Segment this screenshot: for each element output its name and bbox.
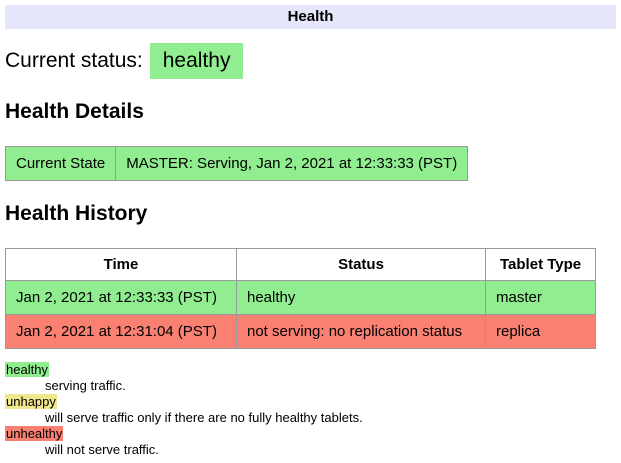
history-cell-time: Jan 2, 2021 at 12:31:04 (PST): [6, 315, 237, 349]
legend-term-unhealthy: unhealthy: [5, 426, 63, 441]
legend-description: will not serve traffic.: [45, 442, 616, 457]
health-history-table: Time Status Tablet Type Jan 2, 2021 at 1…: [5, 248, 596, 349]
health-details-table: Current State MASTER: Serving, Jan 2, 20…: [5, 146, 468, 181]
status-legend: healthy serving traffic. unhappy will se…: [5, 362, 616, 457]
history-col-status: Status: [237, 249, 486, 281]
history-row: Jan 2, 2021 at 12:33:33 (PST) healthy ma…: [6, 281, 596, 315]
page-header-bar: Health: [5, 5, 616, 29]
legend-term: unhappy: [5, 394, 616, 409]
legend-term: unhealthy: [5, 426, 616, 441]
legend-description: serving traffic.: [45, 378, 616, 393]
health-page: Health Current status: healthy Health Det…: [0, 0, 621, 463]
current-status-value: healthy: [150, 43, 244, 79]
history-row: Jan 2, 2021 at 12:31:04 (PST) not servin…: [6, 315, 596, 349]
history-cell-tablet-type: replica: [486, 315, 596, 349]
legend-term: healthy: [5, 362, 616, 377]
health-history-heading: Health History: [5, 202, 616, 226]
history-cell-status: not serving: no replication status: [237, 315, 486, 349]
current-status-label: Current status:: [5, 49, 143, 72]
health-details-heading: Health Details: [5, 100, 616, 124]
history-header-row: Time Status Tablet Type: [6, 249, 596, 281]
details-row-value: MASTER: Serving, Jan 2, 2021 at 12:33:33…: [116, 147, 468, 181]
history-cell-time: Jan 2, 2021 at 12:33:33 (PST): [6, 281, 237, 315]
legend-term-healthy: healthy: [5, 362, 49, 377]
history-cell-tablet-type: master: [486, 281, 596, 315]
current-status-line: Current status: healthy: [5, 43, 616, 79]
details-row-label: Current State: [6, 147, 116, 181]
details-row: Current State MASTER: Serving, Jan 2, 20…: [6, 147, 468, 181]
history-cell-status: healthy: [237, 281, 486, 315]
history-col-tablet-type: Tablet Type: [486, 249, 596, 281]
history-col-time: Time: [6, 249, 237, 281]
page-title: Health: [288, 8, 334, 25]
legend-term-unhappy: unhappy: [5, 394, 57, 409]
legend-description: will serve traffic only if there are no …: [45, 410, 616, 425]
